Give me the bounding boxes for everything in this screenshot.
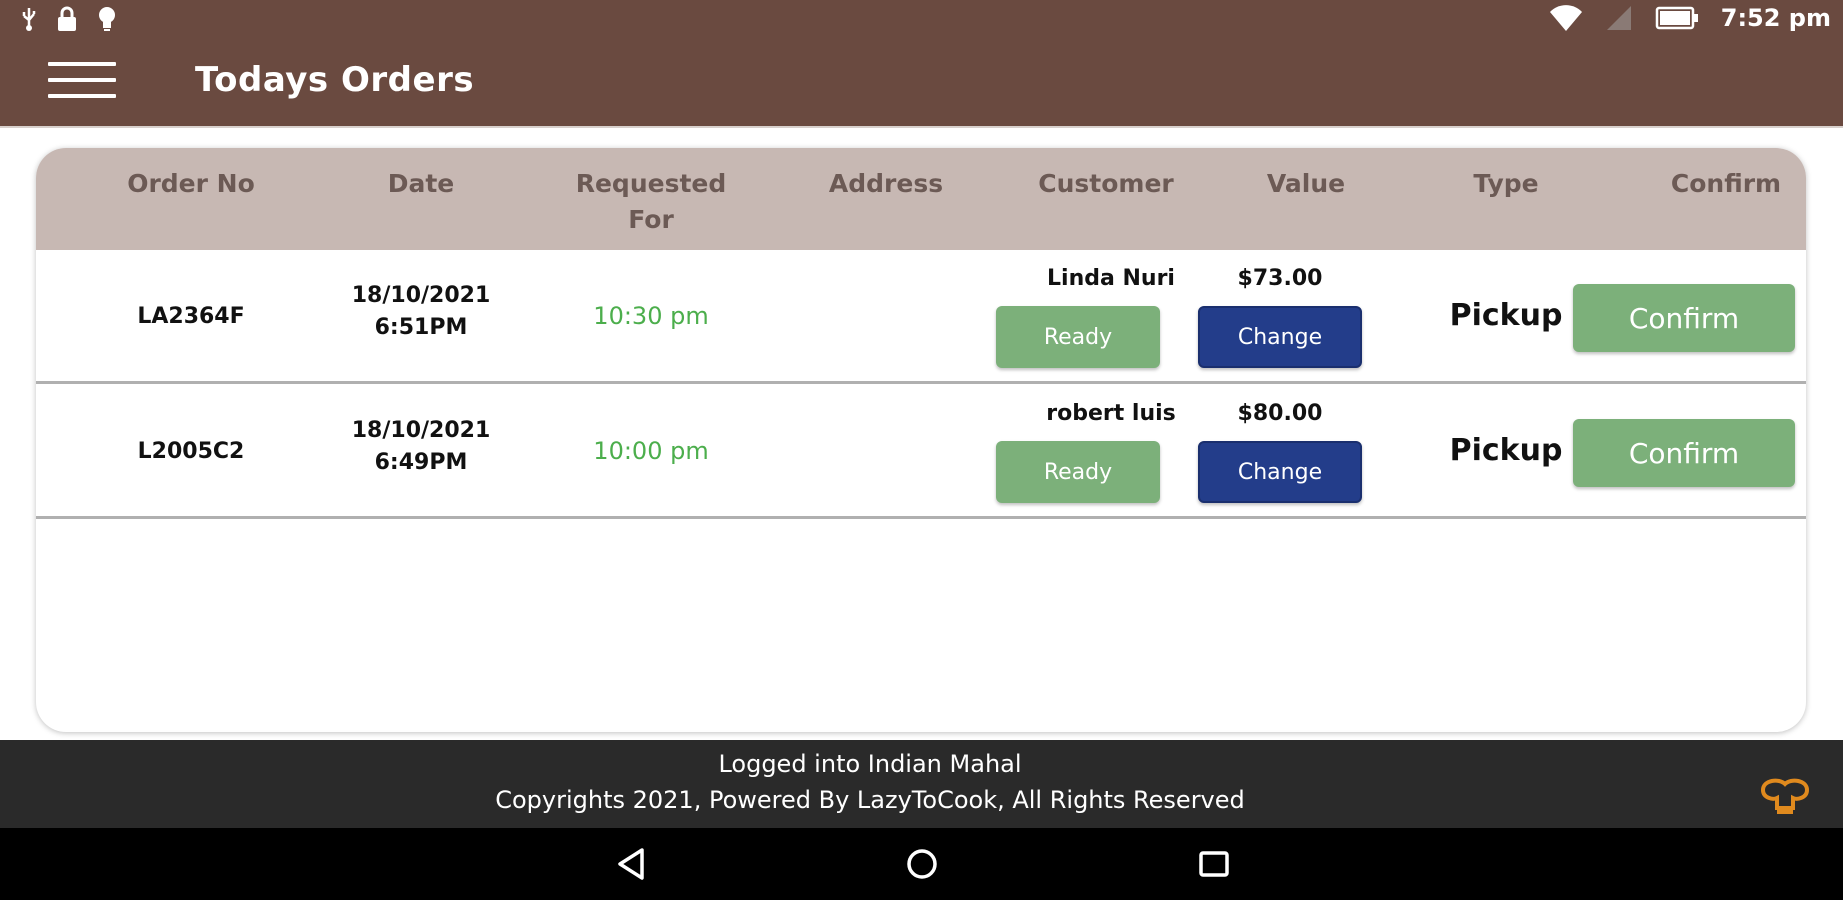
order-date-day: 18/10/2021 [351,283,491,308]
header-value: Value [1266,169,1346,198]
header-address: Address [828,169,944,198]
page-title: Todays Orders [195,60,475,100]
home-icon[interactable] [902,844,942,884]
status-left-icons [20,6,118,32]
change-button[interactable]: Change [1198,441,1362,503]
lazytocook-logo-icon [1760,778,1810,814]
header-requested-for: Requested For [536,166,766,238]
lock-icon [58,6,76,31]
table-header: Order No Date Requested For Address Cust… [36,148,1806,250]
usb-icon [22,8,36,31]
status-time: 7:52 pm [1720,4,1831,32]
header-requested-line2: For [628,205,674,234]
status-bar: 7:52 pm [0,0,1843,40]
app-bar: Todays Orders [0,40,1843,126]
order-date: 18/10/2021 6:49PM [306,415,536,479]
order-number: L2005C2 [137,439,245,464]
system-nav-bar [0,828,1843,900]
status-right-icons: 7:52 pm [1549,4,1831,32]
header-confirm: Confirm [1670,169,1782,198]
table-row: LA2364F 18/10/2021 6:51PM 10:30 pm Linda… [36,250,1806,384]
header-type: Type [1473,169,1539,198]
header-requested-line1: Requested [575,169,727,198]
logged-in-text: Logged into Indian Mahal [718,750,1022,778]
order-value: $80.00 [1237,401,1323,426]
requested-time: 10:30 pm [593,302,709,330]
header-customer: Customer [1038,169,1174,198]
order-date: 18/10/2021 6:51PM [306,280,536,344]
app-bar-divider [0,126,1843,128]
order-date-day: 18/10/2021 [351,418,491,443]
confirm-button[interactable]: Confirm [1573,284,1795,352]
battery-icon [1655,6,1698,30]
footer: Logged into Indian Mahal Copyrights 2021… [0,740,1843,828]
signal-icon [1606,6,1631,30]
order-date-time: 6:49PM [374,450,468,475]
order-date-time: 6:51PM [374,315,468,340]
orders-table-card: Order No Date Requested For Address Cust… [36,148,1806,732]
customer-name: robert luis [1046,401,1176,426]
recents-icon[interactable] [1194,844,1234,884]
bulb-icon [99,7,115,31]
table-row: L2005C2 18/10/2021 6:49PM 10:00 pm rober… [36,385,1806,519]
confirm-button[interactable]: Confirm [1573,419,1795,487]
wifi-icon [1549,5,1582,31]
customer-name: Linda Nuri [1047,266,1175,291]
ready-button[interactable]: Ready [996,441,1160,503]
header-order-no: Order No [127,169,255,198]
header-date: Date [387,169,455,198]
back-icon[interactable] [612,844,652,884]
hamburger-menu-icon[interactable] [48,62,116,106]
requested-time: 10:00 pm [593,437,709,465]
change-button[interactable]: Change [1198,306,1362,368]
order-number: LA2364F [137,304,245,329]
ready-button[interactable]: Ready [996,306,1160,368]
order-value: $73.00 [1237,266,1323,291]
copyright-text: Copyrights 2021, Powered By LazyToCook, … [495,786,1245,814]
